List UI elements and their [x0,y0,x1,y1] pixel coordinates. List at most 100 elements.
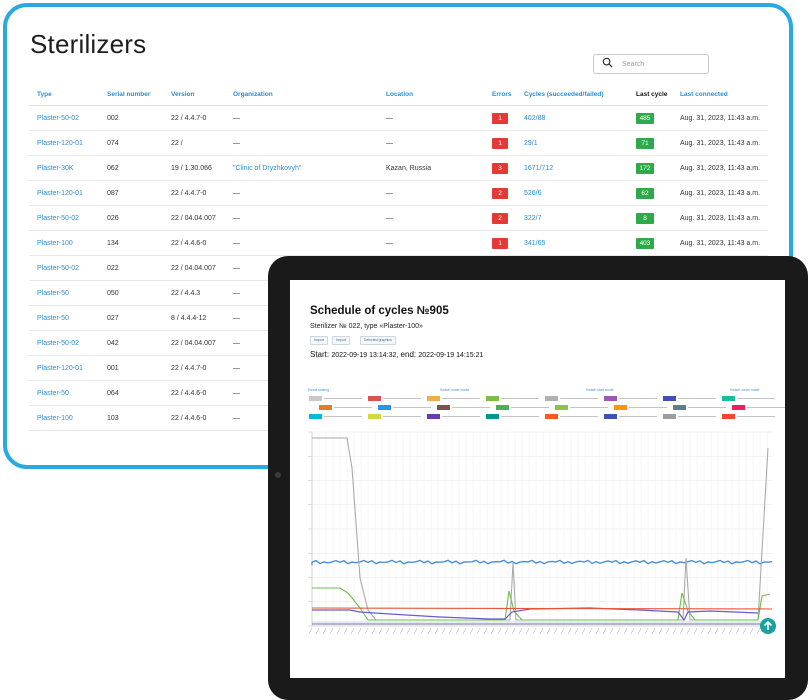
switch-zoom-mode-link[interactable]: Switch zoom mode [730,388,760,392]
legend-swatch [604,396,617,401]
type-link[interactable]: Plaster-50-02 [29,205,99,231]
x-tick [602,627,607,635]
x-tick [651,627,656,635]
legend-item[interactable] [378,405,434,410]
legend-swatch [427,414,440,419]
legend-label-placeholder [747,407,785,408]
cycles-link[interactable]: 402/88 [516,105,628,131]
type-link[interactable]: Plaster-100 [29,230,99,256]
table-row[interactable]: Plaster-50-02 026 22 / 04.04.007— —2 322/7 8 A… [29,205,768,231]
search-box[interactable] [593,54,709,74]
legend-item[interactable] [722,414,778,419]
type-link[interactable]: Plaster-120-01 [29,180,99,206]
cycles-link[interactable]: 341/65 [516,230,628,256]
cycles-link[interactable]: 1671/712 [516,155,628,181]
type-link[interactable]: Plaster-50 [29,305,99,331]
legend-item[interactable] [427,396,483,401]
x-tick [672,627,677,635]
legend-swatch [378,405,391,410]
type-link[interactable]: Plaster-50 [29,280,99,306]
legend-item[interactable] [673,405,729,410]
version: 22 / 04.04.007 [163,330,225,356]
version: 22 / 4.4.6-0 [163,380,225,406]
organization: — [225,130,378,156]
legend-item[interactable] [309,414,365,419]
col-last-connected[interactable]: Last connected [672,83,768,106]
last-cycle-badge: 8 [636,212,654,224]
legend-item[interactable] [368,414,424,419]
type-link[interactable]: Plaster-50-02 [29,105,99,131]
serial-number: 074 [99,130,163,156]
legend-item[interactable] [427,414,483,419]
legend-item[interactable] [732,405,785,410]
type-link[interactable]: Plaster-50-02 [29,255,99,281]
type-link[interactable]: Plaster-120-01 [29,130,99,156]
scroll-up-button[interactable] [760,618,776,634]
x-tick [637,627,642,635]
table-row[interactable]: Plaster-50-02 002 22 / 4.4.7-0— —1 402/88 485… [29,105,768,131]
type-link[interactable]: Plaster-50 [29,380,99,406]
serial-number: 042 [99,330,163,356]
col-serial[interactable]: Serial number [99,83,163,106]
legend-swatch [614,405,627,410]
search-input[interactable] [622,57,702,71]
legend-item[interactable] [486,414,542,419]
x-tick [322,627,327,635]
legend-item[interactable] [663,396,719,401]
error-count-badge: 2 [492,187,508,199]
end-value: 2022-09-19 14:15:21 [418,352,484,359]
legend-item[interactable] [309,396,365,401]
import-button-2[interactable]: Import [332,336,350,345]
legend-item[interactable] [368,396,424,401]
x-tick [609,627,614,635]
legend-item[interactable] [663,414,719,419]
x-tick [427,627,432,635]
x-tick [679,627,684,635]
table-row[interactable]: Plaster-120-01 074 22 /— —1 29/1 71 Aug. 31, 2… [29,130,768,156]
version: 22 / 04.04.007 [163,255,225,281]
switch-scale-mode-link[interactable]: Switch scale mode [440,388,469,392]
col-location[interactable]: Location [378,83,484,106]
selected-graphics-button[interactable]: Selected graphics [360,336,396,345]
type-link[interactable]: Plaster-120-01 [29,355,99,381]
legend-item[interactable] [545,414,601,419]
col-cycles[interactable]: Cycles (succeeded/failed) [516,83,628,106]
cycles-link[interactable]: 526/6 [516,180,628,206]
x-tick [469,627,474,635]
table-row[interactable]: Plaster-30K 062 19 / 1.30.066 "Clinic of Dr… [29,155,768,181]
legend-item[interactable] [722,396,778,401]
cycles-link[interactable]: 322/7 [516,205,628,231]
reset-scaling-link[interactable]: Reset scaling [308,388,329,392]
errors-badge: 3 [484,155,516,181]
col-type[interactable]: Type [29,83,99,106]
legend-swatch [732,405,745,410]
legend-item[interactable] [319,405,375,410]
type-link[interactable]: Plaster-100 [29,405,99,431]
search-icon [602,57,613,68]
legend-item[interactable] [437,405,493,410]
table-row[interactable]: Plaster-100 134 22 / 4.4.6-0— —1 341/65 403 Au… [29,230,768,256]
legend-item[interactable] [496,405,552,410]
legend-item[interactable] [555,405,611,410]
serial-number: 087 [99,180,163,206]
organization[interactable]: "Clinic of Dryzhkovyh" [225,155,378,181]
col-errors[interactable]: Errors [484,83,516,106]
col-organization[interactable]: Organization [225,83,378,106]
type-link[interactable]: Plaster-50-02 [29,330,99,356]
legend-item[interactable] [614,405,670,410]
end-label: end: [400,350,417,359]
col-version[interactable]: Version [163,83,225,106]
legend-label-placeholder [560,416,598,417]
legend-item[interactable] [604,396,660,401]
errors-badge: 1 [484,105,516,131]
switch-start-mode-link[interactable]: Switch start mode [586,388,614,392]
legend-item[interactable] [545,396,601,401]
legend-swatch [309,414,322,419]
series-line-purple [312,607,759,622]
import-button-1[interactable]: Import [310,336,328,345]
legend-item[interactable] [486,396,542,401]
legend-item[interactable] [604,414,660,419]
type-link[interactable]: Plaster-30K [29,155,99,181]
cycles-link[interactable]: 29/1 [516,130,628,156]
table-row[interactable]: Plaster-120-01 087 22 / 4.4.7-0— —2 526/6 62 A… [29,180,768,206]
